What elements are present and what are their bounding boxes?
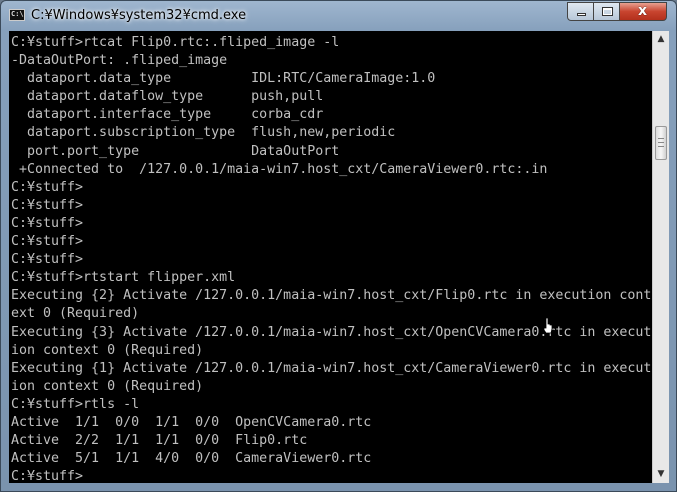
scroll-up-icon[interactable]: ▲ <box>653 31 669 48</box>
console-line: Active 2/2 1/1 1/1 0/0 Flip0.rtc <box>11 433 308 449</box>
console-line: C:¥stuff> <box>11 197 84 213</box>
cmd-window: C:\ C:¥Windows¥system32¥cmd.exe x C:¥stu… <box>0 0 677 492</box>
window-title: C:¥Windows¥system32¥cmd.exe <box>31 8 247 23</box>
console-line: C:¥stuff>rtcat Flip0.rtc:.fliped_image -… <box>11 35 340 50</box>
console-line: +Connected to /127.0.0.1/maia-win7.host_… <box>11 161 548 177</box>
maximize-icon <box>602 7 613 16</box>
console-lines: C:¥stuff>rtcat Flip0.rtc:.fliped_image -… <box>11 34 651 483</box>
console-line: Executing {1} Activate /127.0.0.1/maia-w… <box>11 360 652 376</box>
title-bar[interactable]: C:\ C:¥Windows¥system32¥cmd.exe x <box>1 1 676 31</box>
maximize-button[interactable] <box>593 2 620 21</box>
console-line: port.port_type DataOutPort <box>11 143 340 159</box>
console-line: C:¥stuff>rtls -l <box>11 396 140 412</box>
console-line: Executing {3} Activate /127.0.0.1/maia-w… <box>11 324 652 340</box>
console-line: C:¥stuff> <box>11 179 84 195</box>
minimize-icon <box>577 13 586 16</box>
vertical-scrollbar[interactable]: ▲ ▼ <box>652 31 669 483</box>
console-line: Active 5/1 1/1 4/0 0/0 CameraViewer0.rtc <box>11 451 372 467</box>
mouse-cursor-icon <box>543 317 553 334</box>
scroll-down-icon[interactable]: ▼ <box>653 466 669 483</box>
console-line: ion context 0 (Required) <box>11 378 204 394</box>
cmd-app-icon[interactable]: C:\ <box>9 9 25 21</box>
console-line: C:¥stuff> <box>11 234 84 250</box>
console-line: C:¥stuff> <box>11 252 84 268</box>
console-line: Active 1/1 0/0 1/1 0/0 OpenCVCamera0.rtc <box>11 414 372 430</box>
console-line: dataport.dataflow_type push,pull <box>11 89 324 105</box>
console-line: C:¥stuff> <box>11 469 84 483</box>
console-line: ext 0 (Required) <box>11 306 140 322</box>
console-line: dataport.interface_type corba_cdr <box>11 107 324 123</box>
console-line: -DataOutPort: .fliped_image <box>11 53 228 69</box>
close-button[interactable]: x <box>619 2 667 21</box>
console-line: C:¥stuff> <box>11 215 84 231</box>
console-line: C:¥stuff>rtstart flipper.xml <box>11 270 236 286</box>
console-output[interactable]: C:¥stuff>rtcat Flip0.rtc:.fliped_image -… <box>9 31 652 483</box>
console-line: Executing {2} Activate /127.0.0.1/maia-w… <box>11 288 652 304</box>
console-line: dataport.subscription_type flush,new,per… <box>11 125 396 141</box>
minimize-button[interactable] <box>567 2 594 21</box>
scrollbar-thumb[interactable] <box>655 126 667 160</box>
cmd-app-icon-text: C:\ <box>11 10 24 18</box>
grip-icon <box>658 138 664 147</box>
console-line: dataport.data_type IDL:RTC/CameraImage:1… <box>11 71 436 87</box>
close-icon: x <box>638 3 648 19</box>
console-line: ion context 0 (Required) <box>11 342 204 358</box>
